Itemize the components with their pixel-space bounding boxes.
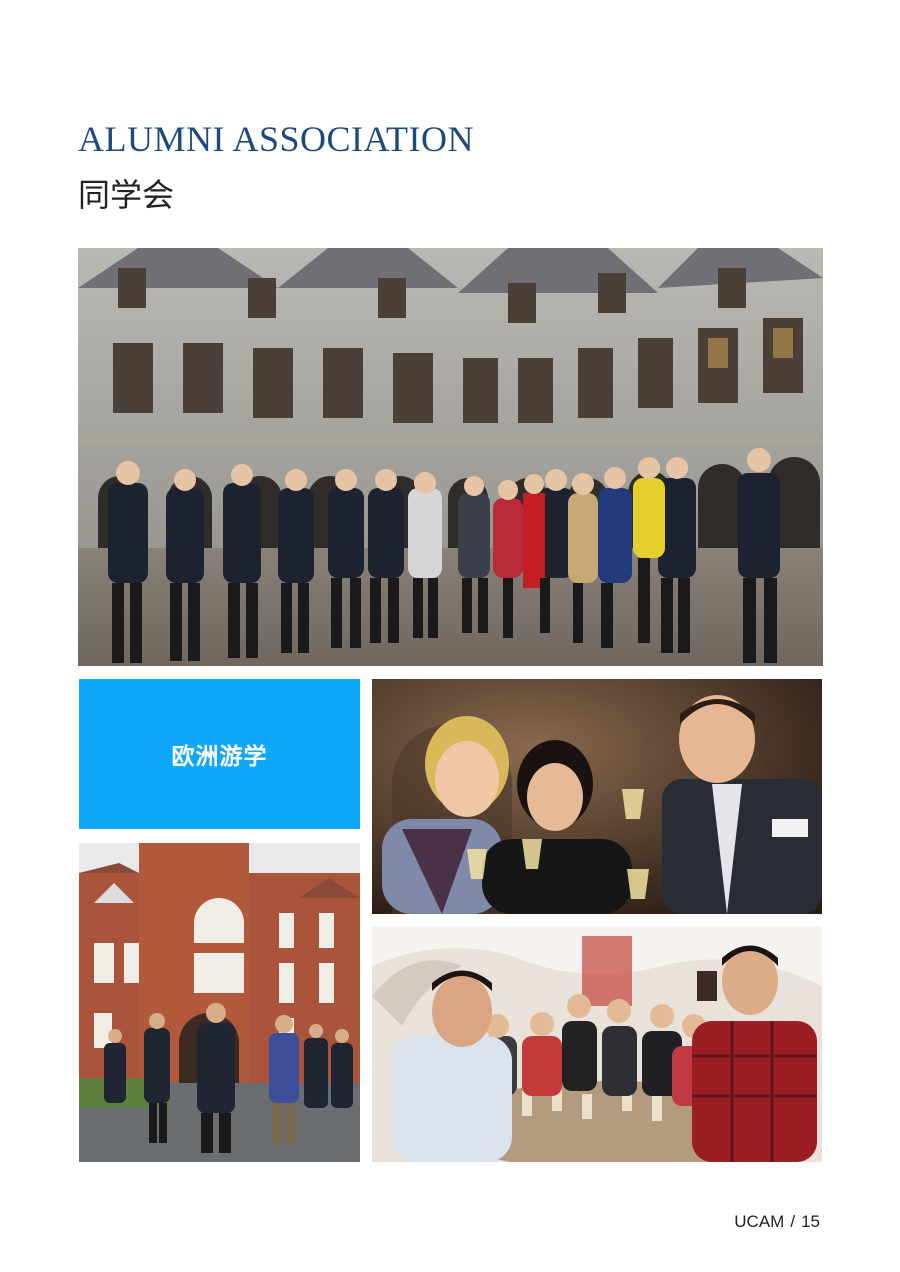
- footer-separator: /: [790, 1212, 796, 1231]
- toast-photo-illustration: [372, 679, 822, 914]
- footer-brand: UCAM: [734, 1212, 785, 1231]
- courtyard-photo-illustration: [78, 248, 823, 666]
- page-footer: UCAM / 15: [734, 1212, 820, 1232]
- group-photo-courtyard: [78, 248, 823, 666]
- page-title-chinese: 同学会: [78, 176, 175, 214]
- dinner-toast-photo: [372, 926, 822, 1162]
- toast-photo: [372, 679, 822, 914]
- dinner-toast-photo-illustration: [372, 926, 822, 1162]
- page-title-english: ALUMNI ASSOCIATION: [78, 119, 475, 159]
- trip-caption-block: 欧洲游学: [79, 679, 360, 829]
- page-number: 15: [801, 1212, 820, 1231]
- red-brick-building-photo: [79, 843, 360, 1162]
- red-brick-photo-illustration: [79, 843, 360, 1162]
- trip-caption-label: 欧洲游学: [171, 744, 268, 770]
